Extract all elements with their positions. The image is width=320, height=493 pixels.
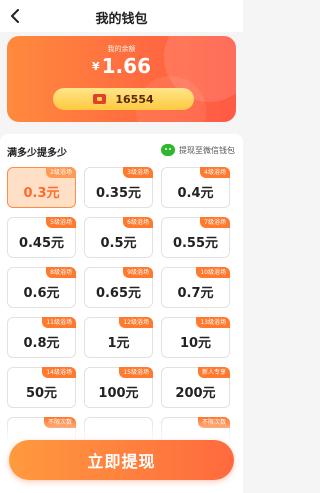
withdraw-option-tile[interactable]: 3级浴场 0.35元 <box>84 167 153 208</box>
withdraw-amount: 0.8元 <box>23 336 60 351</box>
wechat-wallet-label: 提现至微信钱包 <box>179 145 235 155</box>
withdraw-section-title: 满多少提多少 <box>7 148 67 159</box>
wechat-wallet-tag: 提现至微信钱包 <box>161 144 235 156</box>
withdraw-option-tile[interactable]: 9级浴场 0.65元 <box>84 267 153 308</box>
withdraw-option-tile[interactable]: 13级浴场 10元 <box>161 317 230 358</box>
withdraw-now-button[interactable]: 立即提现 <box>9 440 234 480</box>
level-badge: 10级浴场 <box>196 267 230 278</box>
level-badge: 4级浴场 <box>200 167 230 178</box>
balance-label: 我的余额 <box>107 45 136 53</box>
level-badge: 12级浴场 <box>119 317 153 328</box>
coin-balance-pill[interactable]: 16554 <box>53 88 194 110</box>
withdraw-amount: 100元 <box>98 386 139 401</box>
withdraw-amount: 0.7元 <box>177 286 214 301</box>
withdraw-options-grid: 2级浴场 0.3元 3级浴场 0.35元 4级浴场 0.4元 5级浴场 0.45元 6级浴场 0.… <box>7 167 236 458</box>
withdraw-amount: 0.5元 <box>100 236 137 251</box>
balance-amount: ¥1.66 <box>7 54 236 78</box>
page-title: 我的钱包 <box>95 12 148 27</box>
level-badge: 11级浴场 <box>42 317 76 328</box>
withdraw-amount: 0.35元 <box>95 186 142 201</box>
level-badge: 13级浴场 <box>196 317 230 328</box>
withdraw-amount: 200元 <box>175 386 216 401</box>
level-badge: 3级浴场 <box>123 167 153 178</box>
withdraw-amount: 1元 <box>107 336 130 351</box>
currency-symbol: ¥ <box>91 60 100 73</box>
withdraw-amount: 0.6元 <box>23 286 60 301</box>
level-badge: 7级浴场 <box>200 217 230 228</box>
withdraw-option-tile[interactable]: 新人专享 200元 <box>161 367 230 408</box>
level-badge: 6级浴场 <box>123 217 153 228</box>
level-badge: 14级浴场 <box>42 367 76 378</box>
withdraw-option-tile[interactable]: 12级浴场 1元 <box>84 317 153 358</box>
withdraw-amount: 10元 <box>179 336 212 351</box>
level-badge: 5级浴场 <box>46 217 76 228</box>
withdraw-option-tile[interactable]: 7级浴场 0.55元 <box>161 217 230 258</box>
withdraw-option-tile[interactable]: 15级浴场 100元 <box>84 367 153 408</box>
level-badge: 8级浴场 <box>46 267 76 278</box>
level-badge: 15级浴场 <box>119 367 153 378</box>
balance-card: 我的余额 ¥1.66 16554 <box>7 36 236 122</box>
withdraw-option-tile[interactable]: 2级浴场 0.3元 <box>7 167 76 208</box>
withdraw-option-tile[interactable]: 11级浴场 0.8元 <box>7 317 76 358</box>
level-badge: 9级浴场 <box>123 267 153 278</box>
level-badge: 2级浴场 <box>46 167 76 178</box>
top-bar: 我的钱包 <box>0 0 243 32</box>
withdraw-option-tile[interactable]: 10级浴场 0.7元 <box>161 267 230 308</box>
withdraw-option-tile[interactable]: 14级浴场 50元 <box>7 367 76 408</box>
balance-value: 1.66 <box>101 54 151 78</box>
withdraw-amount: 0.45元 <box>18 236 65 251</box>
withdraw-amount: 50元 <box>25 386 58 401</box>
withdraw-amount: 0.65元 <box>95 286 142 301</box>
withdraw-amount: 0.55元 <box>172 236 219 251</box>
withdraw-option-tile[interactable]: 6级浴场 0.5元 <box>84 217 153 258</box>
level-badge: 新人专享 <box>197 367 230 378</box>
red-envelope-icon <box>93 94 107 104</box>
withdraw-option-tile[interactable]: 8级浴场 0.6元 <box>7 267 76 308</box>
wechat-icon <box>161 144 175 156</box>
withdraw-amount: 0.4元 <box>177 186 214 201</box>
withdraw-amount: 0.3元 <box>23 186 60 201</box>
coin-balance-value: 16554 <box>115 92 154 106</box>
withdraw-option-tile[interactable]: 4级浴场 0.4元 <box>161 167 230 208</box>
withdraw-option-tile[interactable]: 5级浴场 0.45元 <box>7 217 76 258</box>
